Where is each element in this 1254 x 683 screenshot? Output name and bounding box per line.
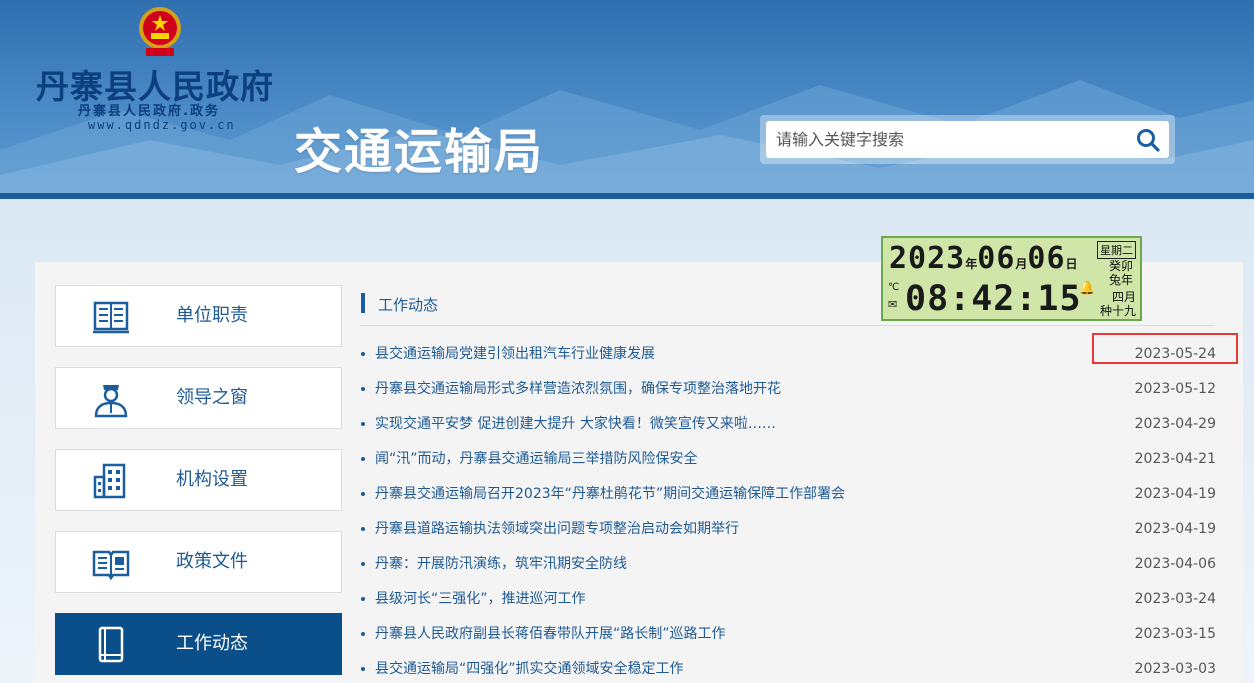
bullet-icon xyxy=(361,422,365,426)
clock-weekday: 星期二 xyxy=(1097,241,1136,259)
sidebar-item-work-news[interactable]: 工作动态 xyxy=(55,613,342,675)
bullet-icon xyxy=(361,597,365,601)
news-title[interactable]: 丹寨县交通运输局召开2023年“丹寨杜鹃花节”期间交通运输保障工作部署会 xyxy=(375,478,845,510)
site-header: 丹寨县人民政府 丹寨县人民政府.政务 www.qdndz.gov.cn 交通运输… xyxy=(0,0,1254,197)
list-item[interactable]: 丹寨：开展防汛演练，筑牢汛期安全防线 2023-04-06 xyxy=(361,548,1216,583)
notebook-icon xyxy=(98,626,124,663)
search-input[interactable] xyxy=(776,121,1116,158)
news-date: 2023-04-21 xyxy=(1134,451,1216,467)
news-title[interactable]: 丹寨县交通运输局形式多样营造浓烈氛围，确保专项整治落地开花 xyxy=(375,373,781,405)
news-title[interactable]: 闻“汛”而动，丹寨县交通运输局三举措防风险保安全 xyxy=(375,443,698,475)
list-item[interactable]: 丹寨县人民政府副县长蒋佰春带队开展“路长制”巡路工作 2023-03-15 xyxy=(361,618,1216,653)
section-divider xyxy=(360,325,1215,326)
dept-title: 交通运输局 xyxy=(294,124,545,180)
sidebar-item-label: 领导之窗 xyxy=(176,387,248,408)
calendar-clock-widget: 2023年06月06日 星期二 癸卯 兔年 ℃ ✉ 08:42:15 🔔 四月 … xyxy=(881,236,1142,321)
clock-lunar-year: 癸卯 兔年 xyxy=(1108,259,1133,287)
list-item[interactable]: 县交通运输局党建引领出租汽车行业健康发展 2023-05-24 xyxy=(361,338,1216,373)
search-icon[interactable] xyxy=(1135,127,1161,153)
section-title: 工作动态 xyxy=(378,296,439,314)
document-list-icon xyxy=(93,301,129,334)
news-date: 2023-03-24 xyxy=(1134,591,1216,607)
list-item[interactable]: 实现交通平安梦 促进创建大提升 大家快看！微笑宣传又来啦…… 2023-04-2… xyxy=(361,408,1216,443)
gov-url: www.qdndz.gov.cn xyxy=(88,118,236,132)
news-title[interactable]: 丹寨县人民政府副县长蒋佰春带队开展“路长制”巡路工作 xyxy=(375,618,726,650)
news-title[interactable]: 丹寨县道路运输执法领域突出问题专项整治启动会如期举行 xyxy=(375,513,739,545)
sidebar-item-label: 政策文件 xyxy=(176,551,248,572)
bullet-icon xyxy=(361,632,365,636)
national-emblem-icon xyxy=(139,7,181,56)
bullet-icon xyxy=(361,352,365,356)
sidebar-item-organization[interactable]: 机构设置 xyxy=(55,449,342,511)
sidebar-item-label: 工作动态 xyxy=(176,633,248,654)
leader-person-icon xyxy=(94,385,128,418)
building-icon xyxy=(93,463,126,499)
bullet-icon xyxy=(361,667,365,671)
search-box xyxy=(766,121,1169,158)
news-date: 2023-04-19 xyxy=(1134,521,1216,537)
search-container xyxy=(760,115,1175,164)
sidebar-item-leaders[interactable]: 领导之窗 xyxy=(55,367,342,429)
bullet-icon xyxy=(361,527,365,531)
news-date: 2023-03-15 xyxy=(1134,626,1216,642)
date-highlight-box xyxy=(1092,333,1238,364)
gov-subtitle: 丹寨县人民政府.政务 xyxy=(78,104,220,119)
bullet-icon xyxy=(361,562,365,566)
list-item[interactable]: 闻“汛”而动，丹寨县交通运输局三举措防风险保安全 2023-04-21 xyxy=(361,443,1216,478)
bullet-icon xyxy=(361,492,365,496)
news-date: 2023-05-12 xyxy=(1134,381,1216,397)
list-item[interactable]: 丹寨县交通运输局召开2023年“丹寨杜鹃花节”期间交通运输保障工作部署会 202… xyxy=(361,478,1216,513)
news-date: 2023-03-03 xyxy=(1134,661,1216,677)
clock-lunar-date: 四月 种十九 xyxy=(1099,290,1136,318)
list-item[interactable]: 县级河长“三强化”，推进巡河工作 2023-03-24 xyxy=(361,583,1216,618)
clock-time: 08:42:15 xyxy=(905,279,1082,319)
sidebar-item-label: 单位职责 xyxy=(176,305,248,326)
envelope-icon: ✉ xyxy=(888,298,898,311)
news-date: 2023-04-19 xyxy=(1134,486,1216,502)
sidebar-item-unit-duties[interactable]: 单位职责 xyxy=(55,285,342,347)
list-item[interactable]: 丹寨县交通运输局形式多样营造浓烈氛围，确保专项整治落地开花 2023-05-12 xyxy=(361,373,1216,408)
bullet-icon xyxy=(361,387,365,391)
sidebar-item-policy-documents[interactable]: 政策文件 xyxy=(55,531,342,593)
clock-temp-unit: ℃ xyxy=(888,282,900,293)
news-title[interactable]: 丹寨：开展防汛演练，筑牢汛期安全防线 xyxy=(375,548,627,580)
news-title[interactable]: 县交通运输局党建引领出租汽车行业健康发展 xyxy=(375,338,655,370)
open-book-icon xyxy=(92,550,130,581)
news-title[interactable]: 县交通运输局“四强化”抓实交通领域安全稳定工作 xyxy=(375,653,684,683)
section-marker xyxy=(361,293,365,313)
clock-date: 2023年06月06日 xyxy=(889,241,1078,276)
list-item[interactable]: 县交通运输局“四强化”抓实交通领域安全稳定工作 2023-03-03 xyxy=(361,653,1216,683)
news-title[interactable]: 县级河长“三强化”，推进巡河工作 xyxy=(375,583,586,615)
news-date: 2023-04-29 xyxy=(1134,416,1216,432)
list-item[interactable]: 丹寨县道路运输执法领域突出问题专项整治启动会如期举行 2023-04-19 xyxy=(361,513,1216,548)
sidebar-item-label: 机构设置 xyxy=(176,469,248,490)
news-date: 2023-04-06 xyxy=(1134,556,1216,572)
news-title[interactable]: 实现交通平安梦 促进创建大提升 大家快看！微笑宣传又来啦…… xyxy=(375,408,776,440)
bullet-icon xyxy=(361,457,365,461)
